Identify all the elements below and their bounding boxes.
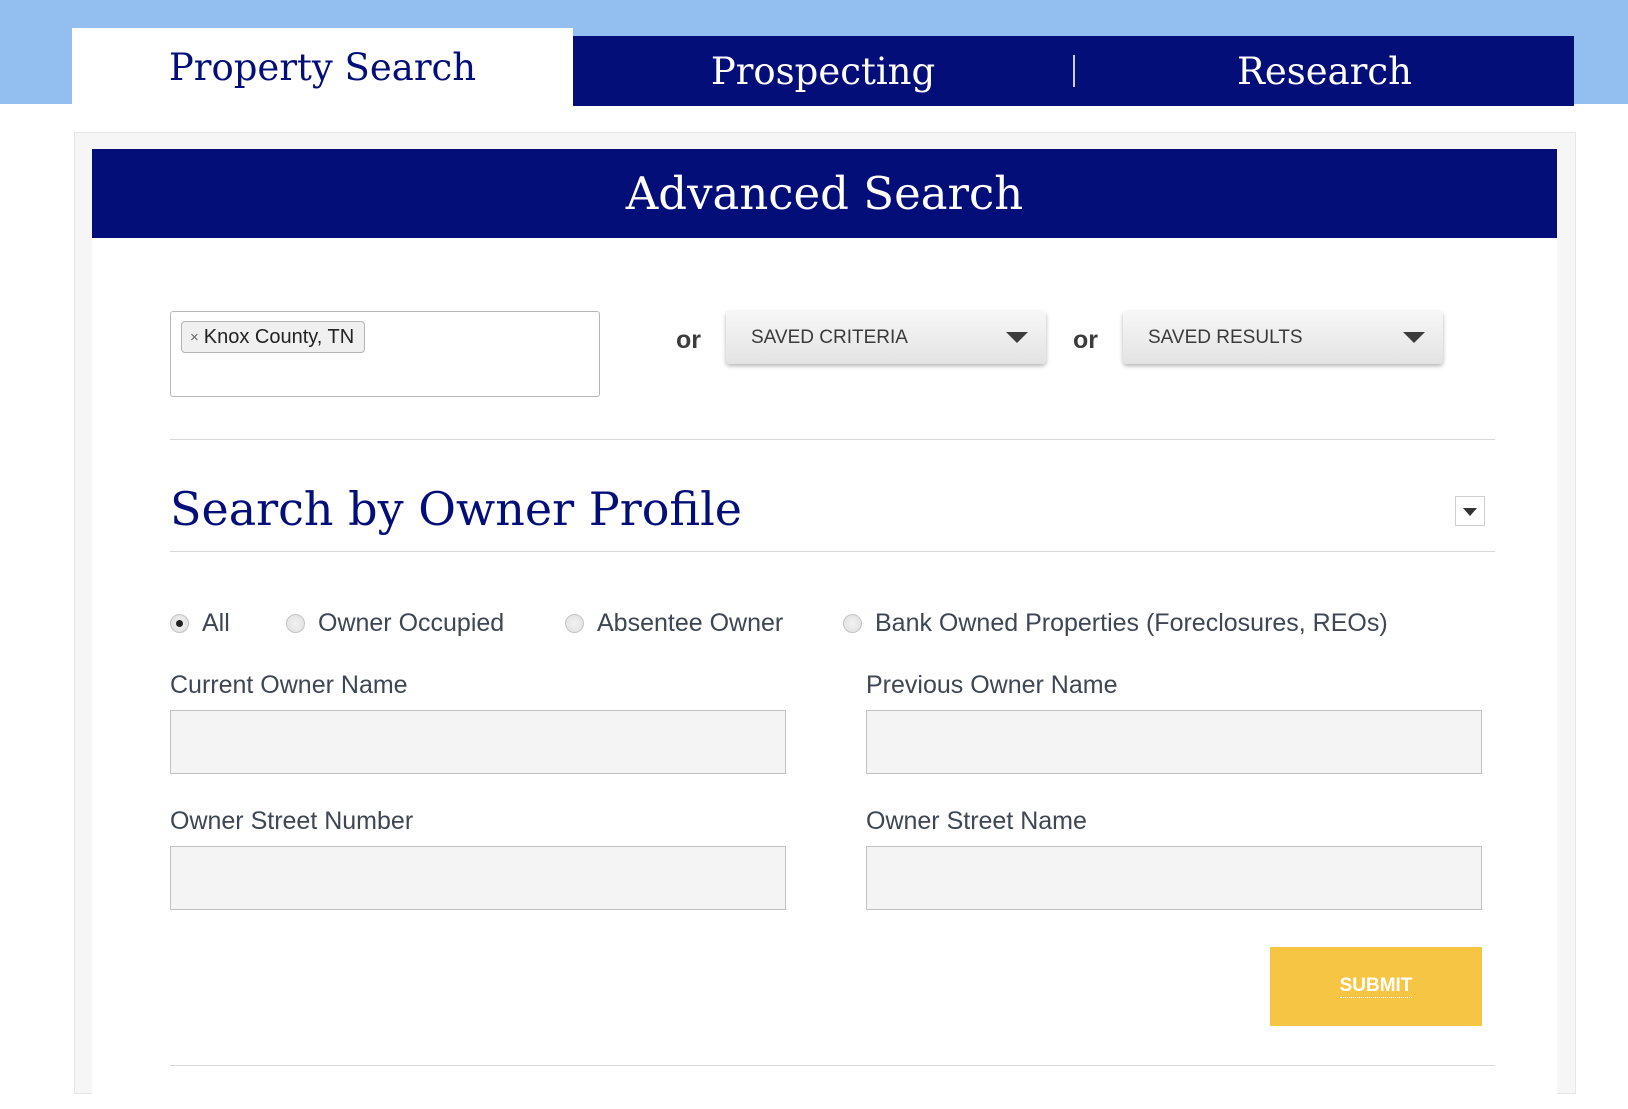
radio-label: Absentee Owner <box>597 609 784 637</box>
location-chip: × Knox County, TN <box>181 321 366 353</box>
collapse-section-button[interactable] <box>1455 496 1485 526</box>
owner-street-number-input[interactable] <box>170 846 786 910</box>
radio-absentee-owner[interactable]: Absentee Owner <box>565 609 783 638</box>
section-divider <box>170 551 1495 552</box>
tab-property-search[interactable]: Property Search <box>72 28 573 106</box>
radio-owner-occupied[interactable]: Owner Occupied <box>286 609 504 638</box>
tab-research[interactable]: Research <box>1075 36 1574 106</box>
or-label: or <box>676 326 701 354</box>
previous-owner-name-input[interactable] <box>866 710 1482 774</box>
chevron-down-icon <box>1403 332 1425 343</box>
owner-street-name-label: Owner Street Name <box>866 807 1087 835</box>
remove-chip-icon[interactable]: × <box>190 329 199 346</box>
radio-bank-owned[interactable]: Bank Owned Properties (Foreclosures, REO… <box>843 609 1388 638</box>
tab-prospecting[interactable]: Prospecting <box>573 36 1073 106</box>
owner-street-number-label: Owner Street Number <box>170 807 414 835</box>
divider <box>170 1065 1495 1066</box>
location-select[interactable]: × Knox County, TN <box>170 311 600 397</box>
panel-title: Advanced Search <box>92 149 1557 238</box>
submit-button[interactable]: SUBMIT <box>1270 947 1482 1026</box>
radio-label: All <box>202 609 230 637</box>
current-owner-name-input[interactable] <box>170 710 786 774</box>
chevron-down-icon <box>1463 508 1477 516</box>
saved-criteria-dropdown[interactable]: SAVED CRITERIA <box>726 311 1046 364</box>
section-title: Search by Owner Profile <box>170 482 743 536</box>
radio-label: Bank Owned Properties (Foreclosures, REO… <box>875 609 1388 637</box>
previous-owner-name-label: Previous Owner Name <box>866 671 1118 699</box>
radio-all[interactable]: All <box>170 609 230 638</box>
saved-results-dropdown[interactable]: SAVED RESULTS <box>1123 311 1443 364</box>
radio-label: Owner Occupied <box>318 609 505 637</box>
radio-button-icon <box>170 614 189 633</box>
radio-button-icon <box>286 614 305 633</box>
radio-button-icon <box>565 614 584 633</box>
radio-button-icon <box>843 614 862 633</box>
current-owner-name-label: Current Owner Name <box>170 671 408 699</box>
saved-criteria-label: SAVED CRITERIA <box>751 326 908 348</box>
divider <box>170 439 1495 440</box>
chevron-down-icon <box>1006 332 1028 343</box>
owner-street-name-input[interactable] <box>866 846 1482 910</box>
or-label: or <box>1073 326 1098 354</box>
saved-results-label: SAVED RESULTS <box>1148 326 1303 348</box>
location-chip-label: Knox County, TN <box>203 325 355 348</box>
submit-label: SUBMIT <box>1339 975 1413 998</box>
